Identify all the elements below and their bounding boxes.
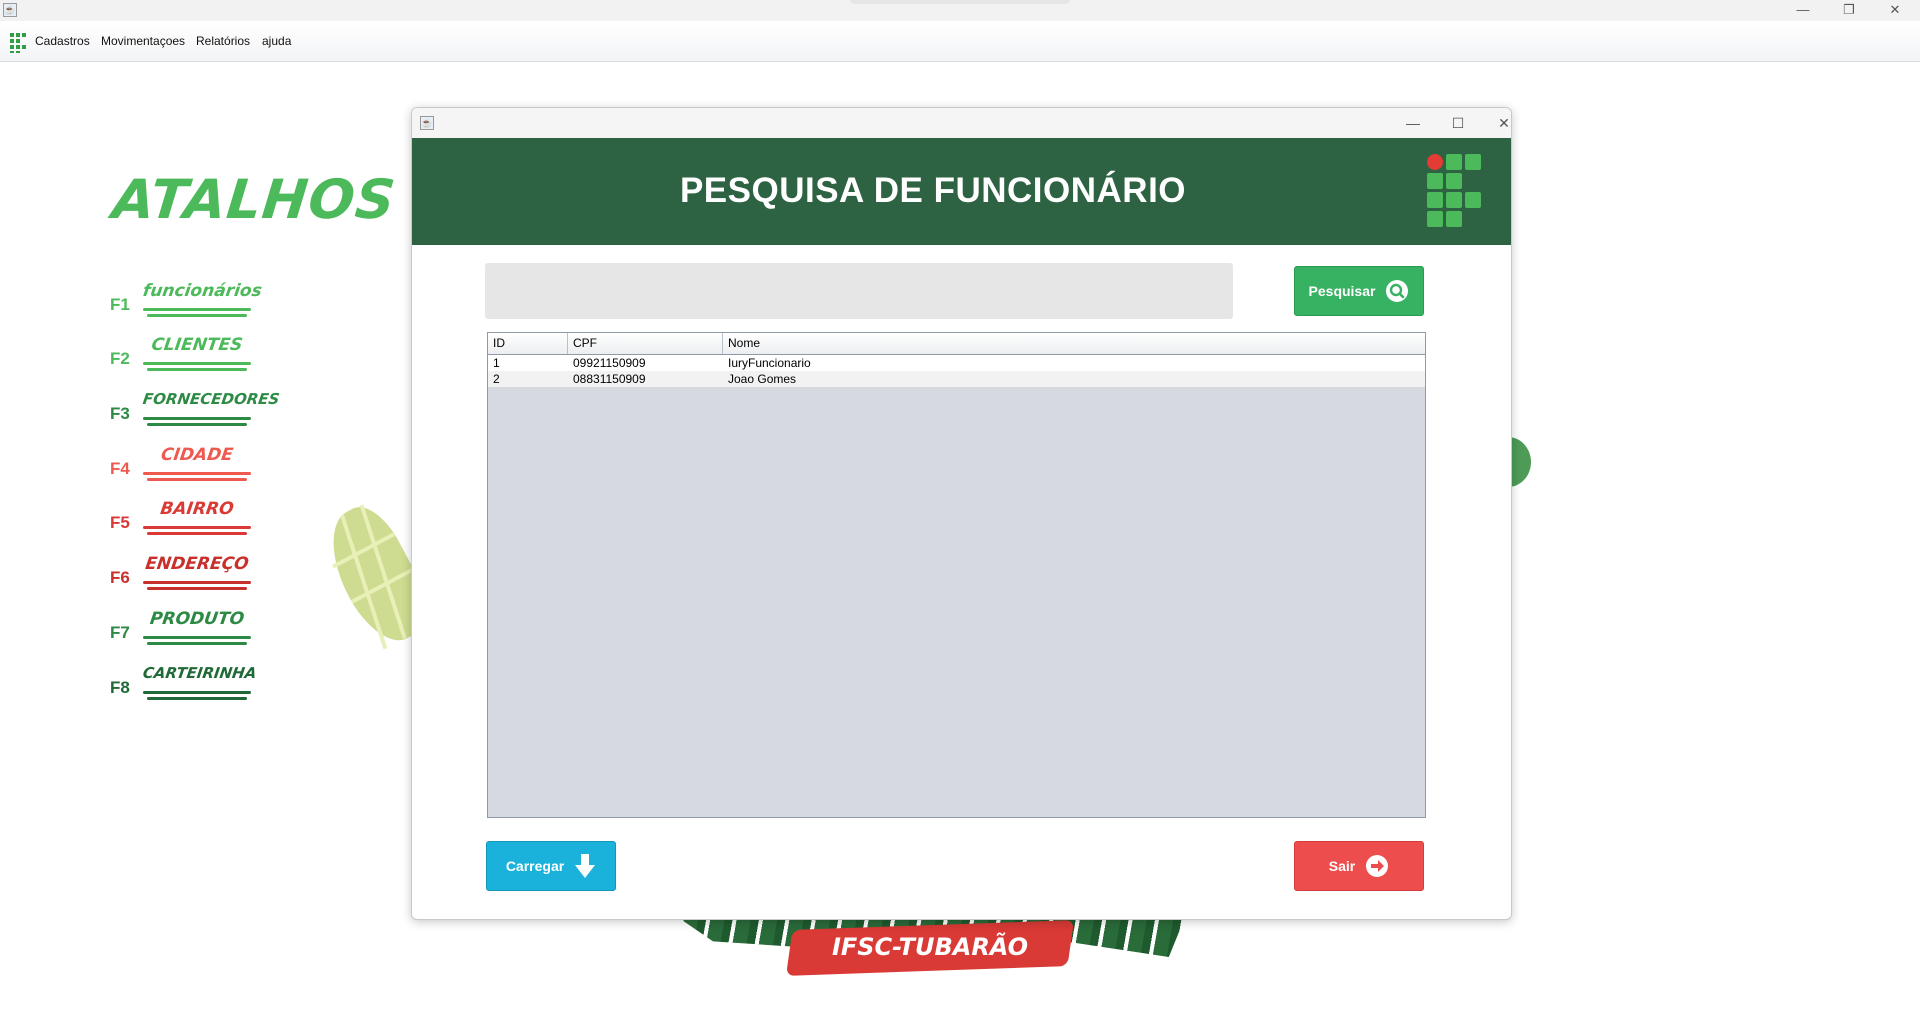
shortcut-label: BAIRRO bbox=[159, 499, 235, 519]
shortcut-f7[interactable]: F7 PRODUTO bbox=[110, 605, 260, 649]
shortcut-key: F3 bbox=[110, 404, 130, 423]
dialog-maximize-button[interactable]: ☐ bbox=[1438, 112, 1478, 134]
employee-table[interactable]: ID CPF Nome 1 09921150909 IuryFuncionari… bbox=[487, 332, 1426, 818]
search-icon bbox=[1385, 279, 1409, 303]
menu-movimentacoes[interactable]: Movimentaçoes bbox=[101, 34, 185, 48]
table-row[interactable]: 2 08831150909 Joao Gomes bbox=[488, 371, 1425, 387]
shortcuts-title: ATALHOS bbox=[109, 168, 399, 231]
menu-bar: Cadastros Movimentaçoes Relatórios ajuda bbox=[0, 21, 1920, 62]
shortcut-label: CIDADE bbox=[159, 445, 235, 465]
shortcut-key: F2 bbox=[110, 349, 130, 368]
shortcut-f6[interactable]: F6 ENDEREÇO bbox=[110, 550, 260, 594]
campus-tag-text: IFSC-TUBARÃO bbox=[831, 933, 1029, 961]
column-header-cpf[interactable]: CPF bbox=[568, 333, 723, 354]
shortcut-underline bbox=[143, 691, 251, 694]
employee-search-dialog: ☕ — ☐ ✕ PESQUISA DE FUNCIONÁRIO Pesquisa… bbox=[411, 107, 1512, 920]
menu-ajuda[interactable]: ajuda bbox=[262, 34, 291, 48]
shortcut-label: CLIENTES bbox=[150, 335, 244, 355]
cell-cpf: 09921150909 bbox=[573, 356, 646, 370]
shortcut-underline bbox=[147, 642, 247, 645]
shortcut-underline bbox=[147, 532, 247, 535]
column-header-nome[interactable]: Nome bbox=[723, 333, 1425, 354]
shortcut-underline bbox=[143, 526, 251, 529]
shortcut-label: FORNECEDORES bbox=[141, 390, 281, 408]
dialog-title-bar: ☕ — ☐ ✕ bbox=[412, 108, 1511, 138]
load-button-label: Carregar bbox=[505, 858, 565, 874]
shortcut-label: PRODUTO bbox=[148, 609, 246, 629]
restore-button[interactable]: ❐ bbox=[1826, 0, 1872, 21]
shortcut-underline bbox=[143, 308, 251, 311]
shortcut-label: ENDEREÇO bbox=[143, 554, 250, 574]
shortcut-key: F8 bbox=[110, 678, 130, 697]
cell-cpf: 08831150909 bbox=[573, 372, 646, 386]
shortcut-key: F7 bbox=[110, 623, 130, 642]
exit-icon bbox=[1365, 854, 1389, 878]
shortcut-key: F4 bbox=[110, 459, 130, 478]
cell-id: 1 bbox=[493, 356, 500, 370]
ifsc-logo bbox=[1427, 154, 1485, 230]
dialog-title: PESQUISA DE FUNCIONÁRIO bbox=[679, 171, 1187, 210]
shortcut-underline bbox=[147, 314, 247, 317]
cell-id: 2 bbox=[493, 372, 500, 386]
shortcut-f8[interactable]: F8 CARTEIRINHA bbox=[110, 660, 260, 704]
java-app-icon: ☕ bbox=[3, 3, 17, 17]
search-input[interactable] bbox=[485, 263, 1233, 319]
dialog-minimize-button[interactable]: — bbox=[1393, 112, 1433, 134]
cell-nome: Joao Gomes bbox=[728, 372, 797, 386]
shortcut-underline bbox=[143, 417, 251, 420]
shortcut-underline bbox=[147, 478, 247, 481]
shortcut-underline bbox=[147, 368, 247, 371]
shortcut-f5[interactable]: F5 BAIRRO bbox=[110, 495, 260, 539]
menu-relatorios[interactable]: Relatórios bbox=[196, 34, 250, 48]
close-button[interactable]: ✕ bbox=[1872, 0, 1918, 21]
shortcut-underline bbox=[143, 581, 251, 584]
cell-nome: IuryFuncionario bbox=[728, 356, 811, 370]
exit-button[interactable]: Sair bbox=[1294, 841, 1424, 891]
dialog-banner: PESQUISA DE FUNCIONÁRIO bbox=[412, 138, 1511, 245]
exit-button-label: Sair bbox=[1328, 858, 1356, 874]
column-header-id[interactable]: ID bbox=[488, 333, 568, 354]
shortcut-f2[interactable]: F2 CLIENTES bbox=[110, 331, 260, 375]
arrow-down-icon bbox=[574, 853, 596, 879]
search-button-label: Pesquisar bbox=[1308, 283, 1376, 299]
shortcut-key: F1 bbox=[110, 295, 130, 314]
java-app-icon: ☕ bbox=[420, 116, 434, 130]
shortcut-key: F5 bbox=[110, 513, 130, 532]
shortcut-f4[interactable]: F4 CIDADE bbox=[110, 441, 260, 485]
ifsc-menu-logo-icon bbox=[10, 33, 26, 53]
shortcut-key: F6 bbox=[110, 568, 130, 587]
shortcut-underline bbox=[147, 587, 247, 590]
menu-cadastros[interactable]: Cadastros bbox=[35, 34, 90, 48]
title-bar-pill bbox=[850, 0, 1070, 4]
table-row[interactable]: 1 09921150909 IuryFuncionario bbox=[488, 355, 1425, 371]
search-button[interactable]: Pesquisar bbox=[1294, 266, 1424, 316]
shortcut-underline bbox=[147, 423, 247, 426]
shortcut-f1[interactable]: F1 funcionários bbox=[110, 277, 264, 321]
shortcut-underline bbox=[147, 697, 247, 700]
minimize-button[interactable]: — bbox=[1780, 0, 1826, 21]
shortcut-label: funcionários bbox=[141, 281, 264, 301]
shortcut-f3[interactable]: F3 FORNECEDORES bbox=[110, 386, 281, 430]
load-button[interactable]: Carregar bbox=[486, 841, 616, 891]
shortcut-underline bbox=[143, 362, 251, 365]
shortcut-underline bbox=[143, 472, 251, 475]
shortcut-label: CARTEIRINHA bbox=[141, 664, 258, 682]
table-header: ID CPF Nome bbox=[488, 333, 1425, 355]
main-title-bar: ☕ — ❐ ✕ bbox=[0, 0, 1920, 21]
dialog-close-button[interactable]: ✕ bbox=[1484, 112, 1511, 134]
shortcut-underline bbox=[143, 636, 251, 639]
